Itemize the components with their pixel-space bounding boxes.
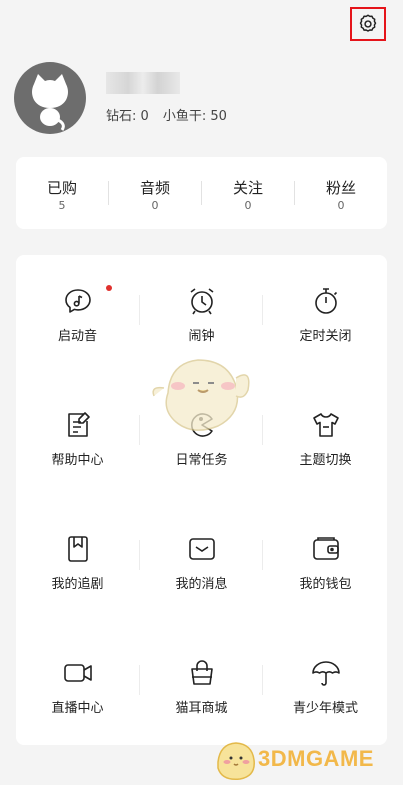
count-label: 已购: [46, 179, 77, 197]
menu-item-label: 猫耳商城: [175, 701, 228, 716]
watermark: 3DMGAME: [212, 738, 397, 781]
fish-value: 50: [210, 109, 227, 124]
tshirt-icon: [313, 413, 339, 437]
count-purchased[interactable]: 已购 5: [16, 157, 108, 229]
menu-item-label: 定时关闭: [299, 329, 352, 344]
watermark-mascot-image: [217, 742, 255, 781]
wallet-icon: [313, 537, 339, 560]
diamond-stat: 钻石: 0: [106, 105, 149, 124]
sound-bubble-icon: [65, 289, 91, 313]
menu-item-timer-off[interactable]: 定时关闭: [264, 255, 387, 379]
help-doc-icon: [68, 412, 90, 437]
menu-item-label: 闹钟: [188, 329, 215, 344]
settings-button[interactable]: [350, 7, 386, 41]
cat-avatar: [32, 74, 68, 131]
shopping-bag-icon: [191, 660, 213, 685]
count-value: 0: [151, 199, 159, 212]
watermark-text: 3DMGAME: [258, 746, 374, 771]
menu-item-label: 主题切换: [299, 453, 352, 468]
fish-stat: 小鱼干: 50: [163, 105, 227, 124]
menu-item-label: 帮助中心: [51, 453, 104, 468]
count-label: 音频: [139, 179, 170, 197]
timer-icon: [315, 288, 338, 314]
count-value: 5: [58, 199, 66, 212]
menu-item-my-messages[interactable]: 我的消息: [140, 503, 263, 627]
menu-item-label: 我的消息: [175, 577, 228, 592]
notification-dot: [106, 285, 112, 291]
count-audio[interactable]: 音频 0: [109, 157, 201, 229]
umbrella-icon: [312, 661, 340, 686]
bookmark-icon: [68, 536, 88, 562]
menu-item-my-wallet[interactable]: 我的钱包: [264, 503, 387, 627]
menu-item-label: 直播中心: [51, 701, 104, 716]
count-following[interactable]: 关注 0: [202, 157, 294, 229]
menu-grid: 启动音 闹钟 定时关闭 帮助中心 日常任务 主题切换 我的追剧 我的消息 我的钱…: [16, 255, 387, 745]
username-blurred: [106, 72, 180, 94]
mascot-watermark-image: [152, 359, 250, 431]
menu-item-label: 启动音: [57, 329, 97, 344]
video-camera-icon: [64, 664, 92, 682]
alarm-clock-icon: [190, 288, 214, 315]
avatar[interactable]: [14, 62, 86, 134]
fish-label: 小鱼干:: [162, 109, 207, 124]
menu-item-shop[interactable]: 猫耳商城: [140, 627, 263, 751]
menu-item-live-center[interactable]: 直播中心: [16, 627, 139, 751]
menu-item-theme-switch[interactable]: 主题切换: [264, 379, 387, 503]
diamond-value: 0: [140, 109, 149, 124]
menu-item-teen-mode[interactable]: 青少年模式: [264, 627, 387, 751]
menu-item-label: 我的钱包: [299, 577, 352, 592]
gear-icon: [359, 14, 377, 32]
counts-card: 已购 5 音频 0 关注 0 粉丝 0: [16, 157, 387, 229]
count-value: 0: [337, 199, 345, 212]
count-label: 关注: [232, 179, 263, 197]
count-value: 0: [244, 199, 252, 212]
count-label: 粉丝: [325, 179, 356, 197]
menu-item-startup-sound[interactable]: 启动音: [16, 255, 139, 379]
top-bar: [0, 0, 403, 50]
message-icon: [189, 538, 215, 560]
menu-item-my-series[interactable]: 我的追剧: [16, 503, 139, 627]
menu-item-label: 青少年模式: [292, 701, 358, 716]
count-fans[interactable]: 粉丝 0: [295, 157, 387, 229]
diamond-label: 钻石:: [106, 109, 137, 124]
menu-item-help-center[interactable]: 帮助中心: [16, 379, 139, 503]
profile-section: 钻石: 0 小鱼干: 50: [0, 50, 403, 160]
menu-item-label: 我的追剧: [51, 577, 104, 592]
menu-item-label: 日常任务: [175, 453, 228, 468]
profile-stats: 钻石: 0 小鱼干: 50: [106, 105, 227, 124]
